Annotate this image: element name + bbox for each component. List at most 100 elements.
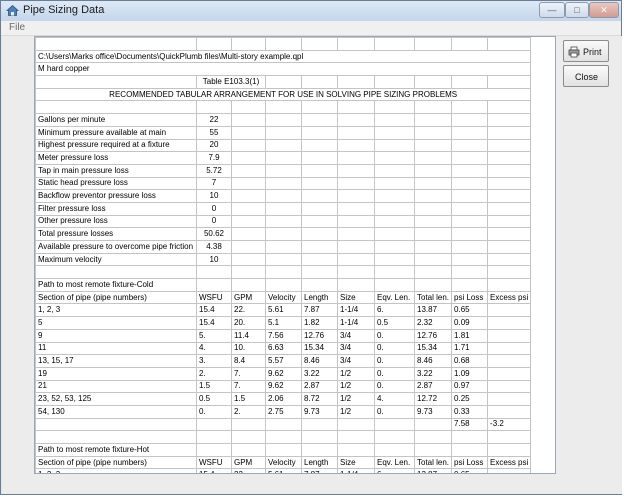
value-cell[interactable]: 12.76 (301, 328, 338, 343)
row-label-cell[interactable]: Path to most remote fixture-Hot (35, 443, 197, 457)
row-label-cell[interactable]: Available pressure to overcome pipe fric… (35, 240, 197, 254)
value-cell[interactable]: 2. (196, 366, 232, 381)
value-cell[interactable] (487, 379, 532, 394)
value-cell[interactable]: 0.25 (451, 392, 489, 406)
value-cell[interactable]: 6.63 (265, 341, 302, 356)
value-cell[interactable] (487, 189, 532, 203)
value-cell[interactable] (451, 100, 489, 115)
value-cell[interactable] (301, 278, 338, 292)
value-cell[interactable] (487, 328, 532, 343)
value-cell[interactable]: 1.09 (451, 366, 489, 381)
row-label-cell[interactable]: Meter pressure loss (35, 151, 197, 165)
value-cell[interactable]: 0.68 (451, 354, 489, 368)
value-cell[interactable] (231, 100, 266, 115)
value-cell[interactable]: Excess psi (487, 290, 532, 305)
value-cell[interactable] (487, 278, 532, 292)
value-cell[interactable] (301, 151, 338, 165)
value-cell[interactable]: 55 (196, 125, 232, 140)
value-cell[interactable] (374, 214, 415, 229)
value-cell[interactable] (451, 201, 489, 216)
value-cell[interactable] (231, 151, 266, 165)
value-cell[interactable] (265, 430, 302, 444)
grid-cell[interactable] (301, 75, 338, 89)
value-cell[interactable]: Eqv. Len. (374, 290, 415, 305)
value-cell[interactable]: 0.5 (196, 392, 232, 406)
value-cell[interactable] (196, 417, 232, 432)
value-cell[interactable] (231, 113, 266, 127)
value-cell[interactable] (301, 138, 338, 153)
value-cell[interactable]: Length (301, 455, 338, 470)
value-cell[interactable] (451, 240, 489, 254)
row-label-cell[interactable]: Backflow preventor pressure loss (35, 189, 197, 203)
value-cell[interactable] (374, 430, 415, 444)
value-cell[interactable] (301, 37, 338, 51)
value-cell[interactable] (196, 100, 232, 115)
value-cell[interactable] (265, 214, 302, 229)
value-cell[interactable]: 1.5 (196, 379, 232, 394)
value-cell[interactable]: 3. (196, 354, 232, 368)
value-cell[interactable] (374, 138, 415, 153)
value-cell[interactable]: 1.81 (451, 328, 489, 343)
value-cell[interactable] (196, 278, 232, 292)
value-cell[interactable] (413, 176, 453, 191)
value-cell[interactable] (487, 341, 532, 356)
value-cell[interactable] (487, 316, 532, 330)
row-label-cell[interactable]: 19 (35, 366, 197, 381)
value-cell[interactable]: 15.34 (301, 341, 338, 356)
value-cell[interactable] (413, 252, 453, 267)
value-cell[interactable] (231, 265, 266, 280)
table-reference[interactable]: Table E103.3(1) (196, 75, 266, 89)
value-cell[interactable] (413, 37, 453, 51)
value-cell[interactable]: 2.87 (301, 379, 338, 394)
value-cell[interactable] (196, 265, 232, 280)
value-cell[interactable] (487, 163, 532, 178)
value-cell[interactable] (487, 138, 532, 153)
value-cell[interactable]: 7.87 (301, 303, 338, 318)
value-cell[interactable]: 6. (374, 468, 415, 473)
grid-cell[interactable] (265, 75, 302, 89)
value-cell[interactable] (451, 252, 489, 267)
value-cell[interactable] (231, 37, 266, 51)
value-cell[interactable]: 5.61 (265, 303, 302, 318)
value-cell[interactable]: 15.4 (196, 303, 232, 318)
row-label-cell[interactable]: Path to most remote fixture-Cold (35, 278, 197, 292)
value-cell[interactable]: 4. (196, 341, 232, 356)
value-cell[interactable] (374, 151, 415, 165)
value-cell[interactable] (374, 240, 415, 254)
row-label-cell[interactable]: Gallons per minute (35, 113, 197, 127)
grid-cell[interactable] (337, 75, 375, 89)
value-cell[interactable] (231, 125, 266, 140)
value-cell[interactable] (451, 163, 489, 178)
value-cell[interactable] (301, 227, 338, 241)
value-cell[interactable] (265, 37, 302, 51)
value-cell[interactable]: 13.87 (413, 468, 453, 473)
value-cell[interactable] (374, 163, 415, 178)
value-cell[interactable]: 7 (196, 176, 232, 191)
value-cell[interactable]: 5.61 (265, 468, 302, 473)
value-cell[interactable] (337, 252, 375, 267)
value-cell[interactable] (337, 417, 375, 432)
value-cell[interactable] (301, 265, 338, 280)
menu-file[interactable]: File (9, 22, 25, 33)
value-cell[interactable]: 4. (374, 392, 415, 406)
value-cell[interactable]: 7. (231, 366, 266, 381)
value-cell[interactable]: Velocity (265, 455, 302, 470)
value-cell[interactable]: 5.72 (196, 163, 232, 178)
value-cell[interactable] (301, 189, 338, 203)
value-cell[interactable] (265, 417, 302, 432)
close-button[interactable]: Close (563, 65, 609, 87)
value-cell[interactable] (413, 100, 453, 115)
row-label-cell[interactable]: 54, 130 (35, 404, 197, 419)
row-label-cell[interactable]: 21 (35, 379, 197, 394)
value-cell[interactable]: 7.58 (451, 417, 489, 432)
value-cell[interactable]: 12.76 (413, 328, 453, 343)
value-cell[interactable] (413, 138, 453, 153)
value-cell[interactable] (451, 189, 489, 203)
value-cell[interactable] (413, 227, 453, 241)
row-label-cell[interactable]: 1, 2, 3 (35, 468, 197, 473)
row-label-cell[interactable]: 1, 2, 3 (35, 303, 197, 318)
value-cell[interactable]: 1/2 (337, 366, 375, 381)
row-label-cell[interactable]: Tap in main pressure loss (35, 163, 197, 178)
row-label-cell[interactable] (35, 265, 197, 280)
value-cell[interactable]: Excess psi (487, 455, 532, 470)
